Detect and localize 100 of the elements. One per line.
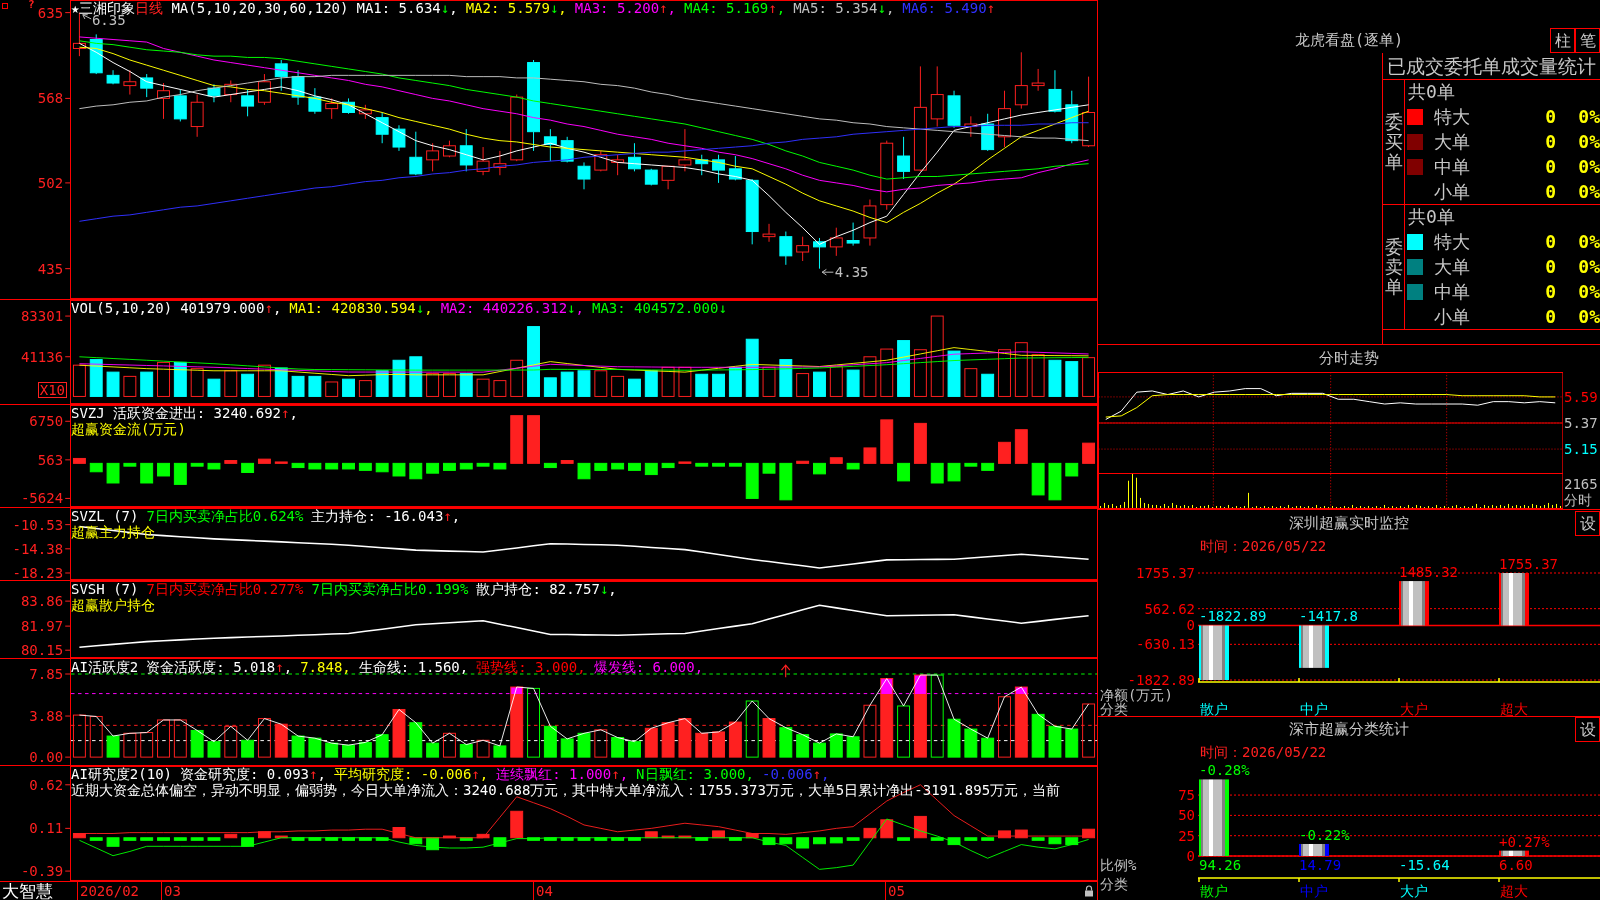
axis-label: 563 [37, 451, 64, 468]
axis-label: -14.38 [12, 540, 64, 557]
axis-label: 5.59 [1564, 388, 1598, 405]
value-label: 1755.37 [1499, 556, 1558, 572]
order-count: 0 [1545, 156, 1556, 177]
candlestick [358, 104, 372, 120]
indicator-text: AI研究度2(10) [71, 766, 172, 782]
candlestick [1082, 76, 1096, 148]
axis-label: -10.53 [12, 516, 64, 533]
indicator-text: 散户持仓: 82.757↓, [476, 581, 617, 597]
order-percent: 0% [1578, 231, 1600, 252]
order-size-label: 大单 [1434, 254, 1471, 279]
unit-label: X10 [37, 382, 67, 398]
order-size-label: 大单 [1434, 129, 1471, 154]
candlestick [644, 168, 658, 186]
indicator-text: 超赢散户持仓 [71, 597, 155, 613]
view-button[interactable]: 笔 [1575, 28, 1600, 53]
candlestick [661, 165, 675, 190]
date-label: 03 [161, 882, 181, 900]
candlestick [695, 154, 709, 176]
candlestick [375, 112, 389, 144]
axis-title: 分类 [1100, 876, 1128, 892]
axis-label: 5.15 [1564, 441, 1598, 458]
order-count: 0 [1545, 181, 1556, 202]
candlestick [1048, 69, 1062, 113]
indicator-text: 活跃资金进出: 3240.692↑, [112, 405, 298, 421]
candlestick [880, 140, 894, 211]
order-percent: 0% [1578, 131, 1600, 152]
candlestick [224, 80, 238, 103]
category-label: 散户 [1200, 701, 1228, 716]
order-percent: 0% [1578, 156, 1600, 177]
indicator-text: 7日内买卖净占比0.277% [146, 581, 304, 597]
indicator-params: MA(5,10,20,30,60,120) [171, 0, 349, 16]
indicator-text: VOL(5,10,20) [71, 300, 173, 316]
candlestick [476, 146, 490, 176]
axis-label: 502 [37, 174, 64, 191]
help-mark[interactable]: ? [28, 0, 35, 10]
order-percent: 0% [1578, 106, 1600, 127]
order-count: 0 [1545, 131, 1556, 152]
candlestick [796, 236, 810, 262]
order-count: 0 [1545, 106, 1556, 127]
indicator-text: 资金活跃度: 5.018↑, [146, 659, 293, 675]
value-label: 6.60 [1499, 857, 1533, 873]
candlestick [140, 73, 154, 98]
order-count: 0 [1545, 231, 1556, 252]
candlestick [325, 97, 339, 120]
candlestick [342, 97, 355, 115]
lock-icon[interactable] [1084, 885, 1094, 897]
candlestick [930, 65, 944, 128]
settings-button[interactable]: 设 [1575, 717, 1600, 742]
panel-title: 龙虎看盘(逐单) [1294, 31, 1404, 50]
indicator-text: 主力持仓: -16.043↑, [311, 508, 461, 524]
indicator-text: SVSH (7) [71, 581, 139, 597]
candlestick [72, 12, 86, 57]
category-label: 中户 [1300, 701, 1328, 716]
order-count: 0 [1545, 281, 1556, 302]
indicator-text: MA3: 404572.000↓ [591, 300, 727, 316]
order-size-label: 特大 [1434, 229, 1471, 254]
axis-label: 562.62 [1144, 600, 1195, 617]
indicator-text: MA6: 5.490↑ [902, 0, 996, 16]
axis-label: 80.15 [20, 642, 64, 659]
leader-line [821, 268, 834, 276]
candlestick [745, 178, 759, 245]
candlestick [173, 88, 187, 122]
axis-label: 25 [1178, 827, 1195, 844]
axis-label: 3.88 [29, 708, 64, 725]
date-label: 2026/02 [77, 882, 139, 900]
candlestick [560, 136, 574, 163]
category-label: 超大 [1500, 883, 1528, 899]
value-label: -15.64 [1399, 857, 1450, 873]
order-size-label: 中单 [1434, 154, 1471, 179]
candlestick [274, 59, 288, 92]
indicator-text: -0.006↑, [762, 766, 830, 782]
axis-label: 7.85 [29, 666, 64, 683]
category-label: 中户 [1300, 883, 1328, 899]
axis-label: 81.97 [20, 618, 64, 635]
axis-label: 83.86 [20, 593, 64, 610]
settings-button[interactable]: 设 [1575, 510, 1600, 536]
candlestick [543, 128, 557, 162]
indicator-text: MA2: 5.579↓, [465, 0, 567, 16]
value-label: 1485.32 [1399, 564, 1458, 581]
view-button[interactable]: 柱 [1550, 28, 1575, 53]
candlestick [89, 33, 103, 75]
candlestick [392, 124, 406, 152]
indicator-text: MA4: 5.169↑, [683, 0, 786, 16]
axis-label: 0.00 [29, 749, 64, 766]
axis-label: 6750 [29, 413, 64, 430]
candlestick [493, 150, 507, 176]
price-label: 4.35 [834, 264, 869, 281]
panel-title: 分时走势 [1319, 348, 1379, 368]
group-label: 委买单 [1384, 112, 1403, 172]
candlestick [257, 73, 271, 106]
order-percent: 0% [1578, 306, 1600, 327]
candlestick [190, 94, 204, 138]
axis-title: 比例% [1100, 857, 1137, 873]
axis-label: 1755.37 [1136, 565, 1195, 581]
axis-title: 分类 [1100, 701, 1128, 716]
indicator-text: SVZJ [71, 405, 105, 421]
change-label: -0.28% [1199, 762, 1250, 779]
indicator-text: N日飘红: 3.000, [636, 766, 754, 782]
